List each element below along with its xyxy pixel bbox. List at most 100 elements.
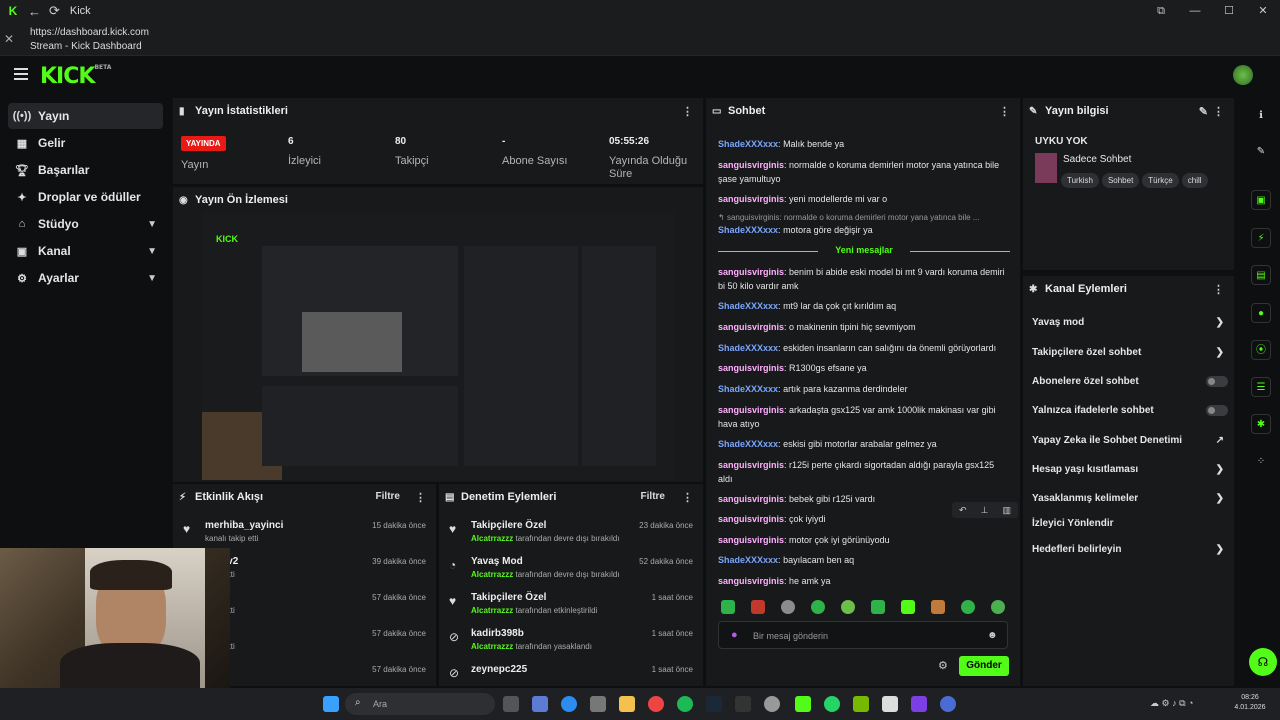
close-button[interactable]: ✕ (1246, 0, 1280, 22)
stack-icon[interactable]: ☰ (1251, 377, 1271, 397)
close-url-icon[interactable]: ✕ (4, 32, 14, 46)
channel-action-emote-only[interactable]: Yalnızca ifadelerle sohbet (1032, 398, 1228, 422)
pencil-icon[interactable]: ✎ (1251, 142, 1271, 162)
moderator-name[interactable]: Alcatrrazzz (471, 570, 513, 579)
channel-action-slow-mode[interactable]: Yavaş mod ❯ (1032, 310, 1228, 334)
chat-username[interactable]: ShadeXXXxxx (718, 343, 778, 353)
chat-username[interactable]: sanguisvirginis (718, 494, 784, 504)
emote-icon[interactable] (811, 600, 825, 614)
sidebar-item-yayin[interactable]: ((•)) Yayın (8, 103, 163, 129)
emote-icon[interactable] (901, 600, 915, 614)
channel-action-goals[interactable]: Hedefleri belirleyin ❯ (1032, 537, 1228, 561)
more-icon[interactable]: ⋮ (1213, 283, 1224, 296)
spotify-icon[interactable] (677, 696, 693, 712)
sidebar-item-studyo[interactable]: ⌂ Stüdyo ▼ (8, 211, 163, 237)
pin-icon[interactable]: ⊥ (981, 505, 989, 516)
emote-icon[interactable] (961, 600, 975, 614)
minimize-button[interactable]: — (1178, 0, 1212, 22)
channel-action-account-age[interactable]: Hesap yaşı kısıtlaması ❯ (1032, 457, 1228, 481)
moderator-name[interactable]: Alcatrrazzz (471, 534, 513, 543)
url-text[interactable]: https://dashboard.kick.com (30, 27, 149, 38)
tag[interactable]: Sohbet (1101, 173, 1140, 188)
back-icon[interactable]: ← (28, 4, 41, 19)
reply-icon[interactable]: ↶ (959, 505, 967, 516)
nvidia-icon[interactable] (853, 696, 869, 712)
widgets-icon[interactable] (532, 696, 548, 712)
toggle-switch[interactable] (1206, 404, 1228, 416)
chat-username[interactable]: sanguisvirginis (718, 576, 784, 586)
emote-icon[interactable] (781, 600, 795, 614)
sidebar-item-droplar[interactable]: ✦ Droplar ve ödüller (8, 184, 163, 210)
sidebar-item-kanal[interactable]: ▣ Kanal ▼ (8, 238, 163, 264)
more-icon[interactable]: ⋮ (682, 491, 693, 504)
more-icon[interactable]: ⋮ (1213, 105, 1224, 118)
taskbar-clock[interactable]: 08:26 4.01.2026 (1225, 693, 1275, 713)
chat-username[interactable]: sanguisvirginis (718, 322, 784, 332)
terminal-icon[interactable] (735, 696, 751, 712)
toggle-switch[interactable] (1206, 375, 1228, 387)
chat-bubble-icon[interactable]: ● (1251, 303, 1271, 323)
wrench-icon[interactable]: ✱ (1251, 414, 1271, 434)
chat-settings-icon[interactable]: ⚙ (938, 659, 948, 672)
emote-icon[interactable] (841, 600, 855, 614)
tag[interactable]: Turkish (1061, 173, 1099, 188)
channel-action-followers-only[interactable]: Takipçilere özel sohbet ❯ (1032, 340, 1228, 364)
emote-icon[interactable] (991, 600, 1005, 614)
chat-username[interactable]: sanguisvirginis (718, 363, 784, 373)
extensions-icon[interactable]: ⧉ (1144, 0, 1178, 22)
kick-taskbar-icon[interactable] (795, 696, 811, 712)
chat-username[interactable]: sanguisvirginis (718, 160, 784, 170)
emote-icon[interactable] (751, 600, 765, 614)
task-view-icon[interactable] (503, 696, 519, 712)
support-button[interactable]: ☊ (1249, 648, 1277, 676)
follower-name[interactable]: merhiba_yayinci (205, 520, 283, 531)
edge-icon[interactable] (561, 696, 577, 712)
action-name[interactable]: zeynepc225 (471, 664, 527, 675)
chat-username[interactable]: ShadeXXXxxx (718, 555, 778, 565)
chat-username[interactable]: ShadeXXXxxx (718, 139, 778, 149)
filter-button[interactable]: Filtre (376, 491, 400, 502)
obs-icon[interactable] (764, 696, 780, 712)
broadcast-icon[interactable]: ⦿ (1251, 340, 1271, 360)
chat-username[interactable]: ShadeXXXxxx (718, 439, 778, 449)
g-app-icon[interactable] (882, 696, 898, 712)
tag[interactable]: Türkçe (1142, 173, 1179, 188)
whatsapp-icon[interactable] (824, 696, 840, 712)
tag[interactable]: chill (1181, 173, 1208, 188)
steam-icon[interactable] (706, 696, 722, 712)
edit-icon[interactable]: ✎ (1199, 105, 1208, 118)
chat-username[interactable]: ShadeXXXxxx (718, 301, 778, 311)
delete-icon[interactable]: ▥ (1002, 505, 1011, 516)
category-thumbnail[interactable] (1035, 153, 1057, 183)
chat-username[interactable]: sanguisvirginis (718, 535, 784, 545)
moderator-name[interactable]: Alcatrrazzz (471, 642, 513, 651)
camera-icon[interactable]: ▣ (1251, 190, 1271, 210)
reload-icon[interactable]: ⟳ (49, 3, 60, 19)
apps-icon[interactable]: ⁘ (1251, 452, 1271, 472)
sidebar-item-ayarlar[interactable]: ⚙ Ayarlar ▼ (8, 265, 163, 291)
chrome-icon[interactable] (648, 696, 664, 712)
channel-action-banned-words[interactable]: Yasaklanmış kelimeler ❯ (1032, 486, 1228, 510)
chat-username[interactable]: sanguisvirginis (718, 514, 784, 524)
chat-username[interactable]: ShadeXXXxxx (718, 384, 778, 394)
action-name[interactable]: kadirb398b (471, 628, 524, 639)
vs-icon[interactable] (911, 696, 927, 712)
channel-action-ai-moderation[interactable]: Yapay Zeka ile Sohbet Denetimi ↗ (1032, 428, 1228, 452)
channel-action-subscribers-only[interactable]: Abonelere özel sohbet (1032, 369, 1228, 393)
filter-button[interactable]: Filtre (641, 491, 665, 502)
channel-action-raid[interactable]: İzleyici Yönlendir (1032, 511, 1228, 535)
menu-icon[interactable] (14, 68, 28, 80)
chat-username[interactable]: sanguisvirginis (718, 194, 784, 204)
user-avatar[interactable] (1233, 65, 1253, 85)
store-icon[interactable] (590, 696, 606, 712)
folder-icon[interactable] (619, 696, 635, 712)
chat-username[interactable]: sanguisvirginis (718, 405, 784, 415)
taskbar-search[interactable]: ⌕ Ara (345, 693, 495, 715)
more-icon[interactable]: ⋮ (999, 105, 1010, 118)
more-icon[interactable]: ⋮ (415, 491, 426, 504)
kick-logo[interactable]: KICKBETA (40, 64, 111, 89)
sidebar-item-basarilar[interactable]: 🏆︎ Başarılar (8, 157, 163, 183)
info-icon[interactable]: ℹ (1251, 106, 1271, 126)
emote-icon[interactable] (871, 600, 885, 614)
maximize-button[interactable]: ☐ (1212, 0, 1246, 22)
